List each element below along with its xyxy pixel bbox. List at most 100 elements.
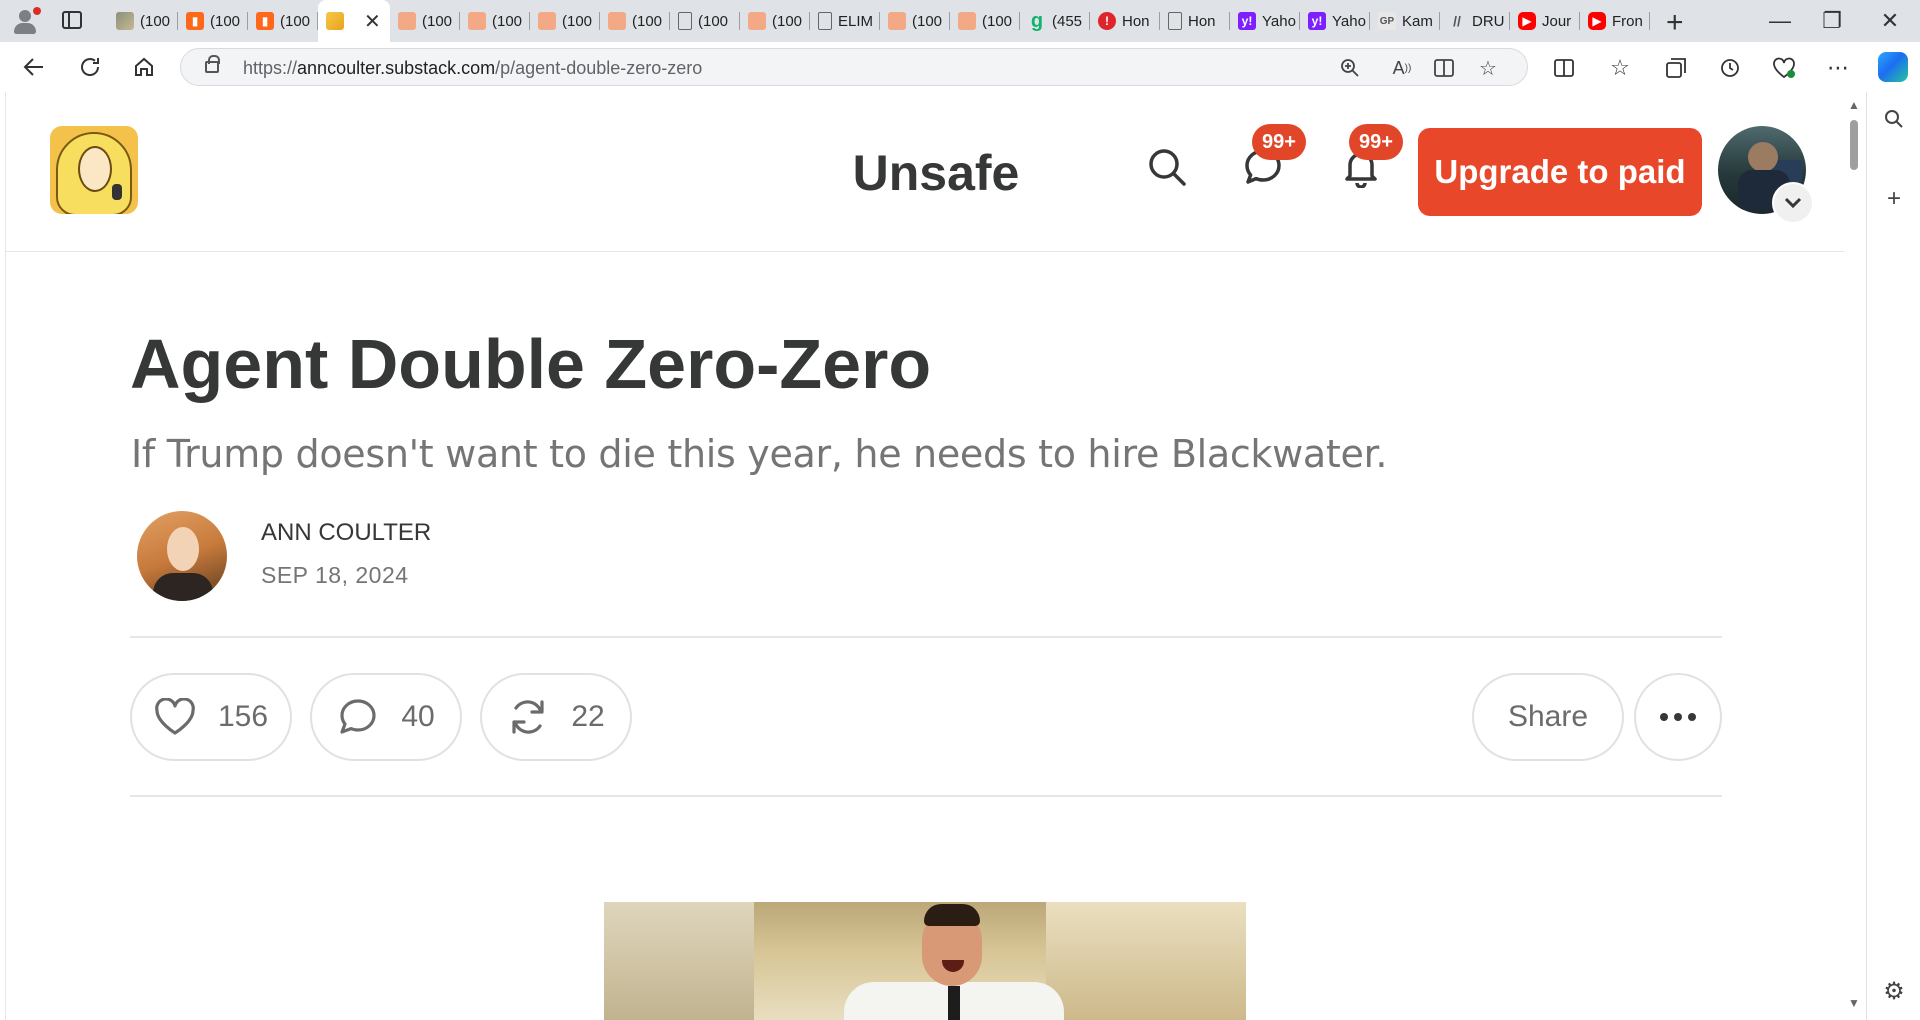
substack-favicon-icon (468, 12, 486, 30)
substack-favicon-icon (888, 12, 906, 30)
favorites-icon[interactable]: ☆ (1604, 52, 1636, 84)
immersive-reader-icon[interactable] (1431, 56, 1457, 80)
zoom-icon[interactable] (1337, 56, 1363, 80)
tab-15[interactable]: Hon (1160, 0, 1230, 42)
tab-19[interactable]: //DRU (1440, 0, 1510, 42)
new-tab-icon[interactable]: + (1666, 6, 1684, 40)
substack-favicon-icon (748, 12, 766, 30)
tab-14[interactable]: ! Hon (1090, 0, 1160, 42)
more-options-button[interactable] (1634, 673, 1722, 761)
close-tab-icon[interactable]: ✕ (364, 9, 381, 34)
ellipsis-icon (1660, 713, 1696, 721)
tab-1[interactable]: ▮ (100 (178, 0, 248, 42)
sidebar-add-icon[interactable]: + (1881, 185, 1907, 212)
comment-button[interactable]: 40 (310, 673, 462, 761)
tab-0[interactable]: (100 (108, 0, 178, 42)
back-icon[interactable] (16, 50, 52, 84)
scrollbar-thumb[interactable] (1850, 120, 1858, 170)
scroll-down-icon[interactable]: ▼ (1848, 996, 1860, 1010)
yahoo-favicon-icon: y! (1308, 12, 1326, 30)
author-name[interactable]: ANN COULTER (261, 519, 431, 547)
substack-favicon-icon (958, 12, 976, 30)
heart-icon (155, 698, 195, 735)
tab-18[interactable]: GP Kam (1370, 0, 1440, 42)
restack-count: 22 (571, 700, 605, 733)
tab-9[interactable]: (100 (740, 0, 810, 42)
publication-name[interactable]: Unsafe (786, 144, 1086, 202)
chat-badge: 99+ (1252, 124, 1306, 160)
notification-badge: 99+ (1349, 124, 1403, 160)
restack-icon (512, 700, 544, 734)
substack-favicon-icon (398, 12, 416, 30)
tab-21[interactable]: ▶ Fron (1580, 0, 1650, 42)
favorite-star-icon[interactable]: ☆ (1475, 56, 1501, 80)
image-favicon-icon (116, 12, 134, 30)
read-aloud-icon[interactable]: A)) (1389, 56, 1415, 80)
collections-icon[interactable] (1660, 52, 1692, 84)
publication-logo[interactable] (50, 126, 138, 214)
tab-active[interactable]: ✕ (318, 0, 390, 42)
tab-20[interactable]: ▶ Jour (1510, 0, 1580, 42)
substack-favicon-icon (608, 12, 626, 30)
post-hero-image[interactable] (604, 902, 1246, 1020)
upgrade-button[interactable]: Upgrade to paid (1418, 128, 1702, 216)
post-subtitle: If Trump doesn't want to die this year, … (131, 432, 1388, 476)
lock-icon[interactable] (205, 55, 220, 73)
sidebar-settings-icon[interactable]: ⚙ (1881, 978, 1907, 1005)
tab-7[interactable]: (100 (600, 0, 670, 42)
refresh-icon[interactable] (72, 50, 108, 84)
home-icon[interactable] (126, 50, 162, 84)
profile-icon[interactable] (10, 7, 41, 35)
tab-list: (100 ▮ (100 ▮ (100 ✕ (100 (100 (100 (100 (… (108, 0, 1650, 42)
tab-strip: (100 ▮ (100 ▮ (100 ✕ (100 (100 (100 (100 (… (0, 0, 1920, 42)
author-avatar[interactable] (137, 511, 227, 601)
document-favicon-icon (678, 12, 692, 30)
page-scrollbar[interactable]: ▲ ▼ (1844, 92, 1864, 1020)
tab-11[interactable]: (100 (880, 0, 950, 42)
tab-10[interactable]: ELIM (810, 0, 880, 42)
split-screen-icon[interactable] (1548, 52, 1580, 84)
scroll-up-icon[interactable]: ▲ (1848, 98, 1860, 112)
close-window-icon[interactable]: ✕ (1862, 0, 1918, 42)
drudge-favicon-icon: // (1453, 13, 1461, 29)
tab-actions-icon[interactable] (62, 11, 82, 29)
url-text[interactable]: https://anncoulter.substack.com/p/agent-… (243, 58, 702, 79)
more-menu-icon[interactable]: ⋯ (1822, 52, 1854, 84)
sidebar-search-icon[interactable] (1881, 106, 1907, 132)
tab-12[interactable]: (100 (950, 0, 1020, 42)
youtube-favicon-icon: ▶ (1518, 12, 1536, 30)
browser-essentials-icon[interactable] (1768, 52, 1800, 84)
like-button[interactable]: 156 (130, 673, 292, 761)
gp-favicon-icon: GP (1378, 12, 1396, 30)
address-bar[interactable]: https://anncoulter.substack.com/p/agent-… (180, 48, 1528, 86)
divider (130, 636, 1722, 638)
document-favicon-icon (818, 12, 832, 30)
post-date: SEP 18, 2024 (261, 562, 409, 588)
restore-icon[interactable]: ❐ (1804, 0, 1860, 42)
tab-13[interactable]: g (455 (1020, 0, 1090, 42)
tab-17[interactable]: y! Yaho (1300, 0, 1370, 42)
share-button[interactable]: Share (1472, 673, 1624, 761)
tab-2[interactable]: ▮ (100 (248, 0, 318, 42)
substack-favicon-icon: ▮ (186, 12, 204, 30)
search-icon[interactable] (1142, 142, 1192, 192)
restack-button[interactable]: 22 (480, 673, 632, 761)
tab-4[interactable]: (100 (390, 0, 460, 42)
page-content: Unsafe 99+ 99+ Upgrade to paid Agent Dou… (5, 92, 1844, 1020)
yahoo-favicon-icon: y! (1238, 12, 1256, 30)
red-favicon-icon: ! (1098, 12, 1116, 30)
substack-favicon-icon (538, 12, 556, 30)
chevron-down-icon[interactable] (1772, 182, 1814, 224)
tab-8[interactable]: (100 (670, 0, 740, 42)
tab-5[interactable]: (100 (460, 0, 530, 42)
g-favicon-icon: g (1030, 9, 1044, 32)
tab-6[interactable]: (100 (530, 0, 600, 42)
like-count: 156 (217, 700, 269, 733)
divider (130, 795, 1722, 797)
copilot-icon[interactable] (1878, 52, 1908, 82)
tab-16[interactable]: y! Yaho (1230, 0, 1300, 42)
minimize-icon[interactable]: — (1752, 0, 1808, 42)
substack-favicon-icon: ▮ (256, 12, 274, 30)
youtube-favicon-icon: ▶ (1588, 12, 1606, 30)
history-icon[interactable] (1714, 52, 1746, 84)
